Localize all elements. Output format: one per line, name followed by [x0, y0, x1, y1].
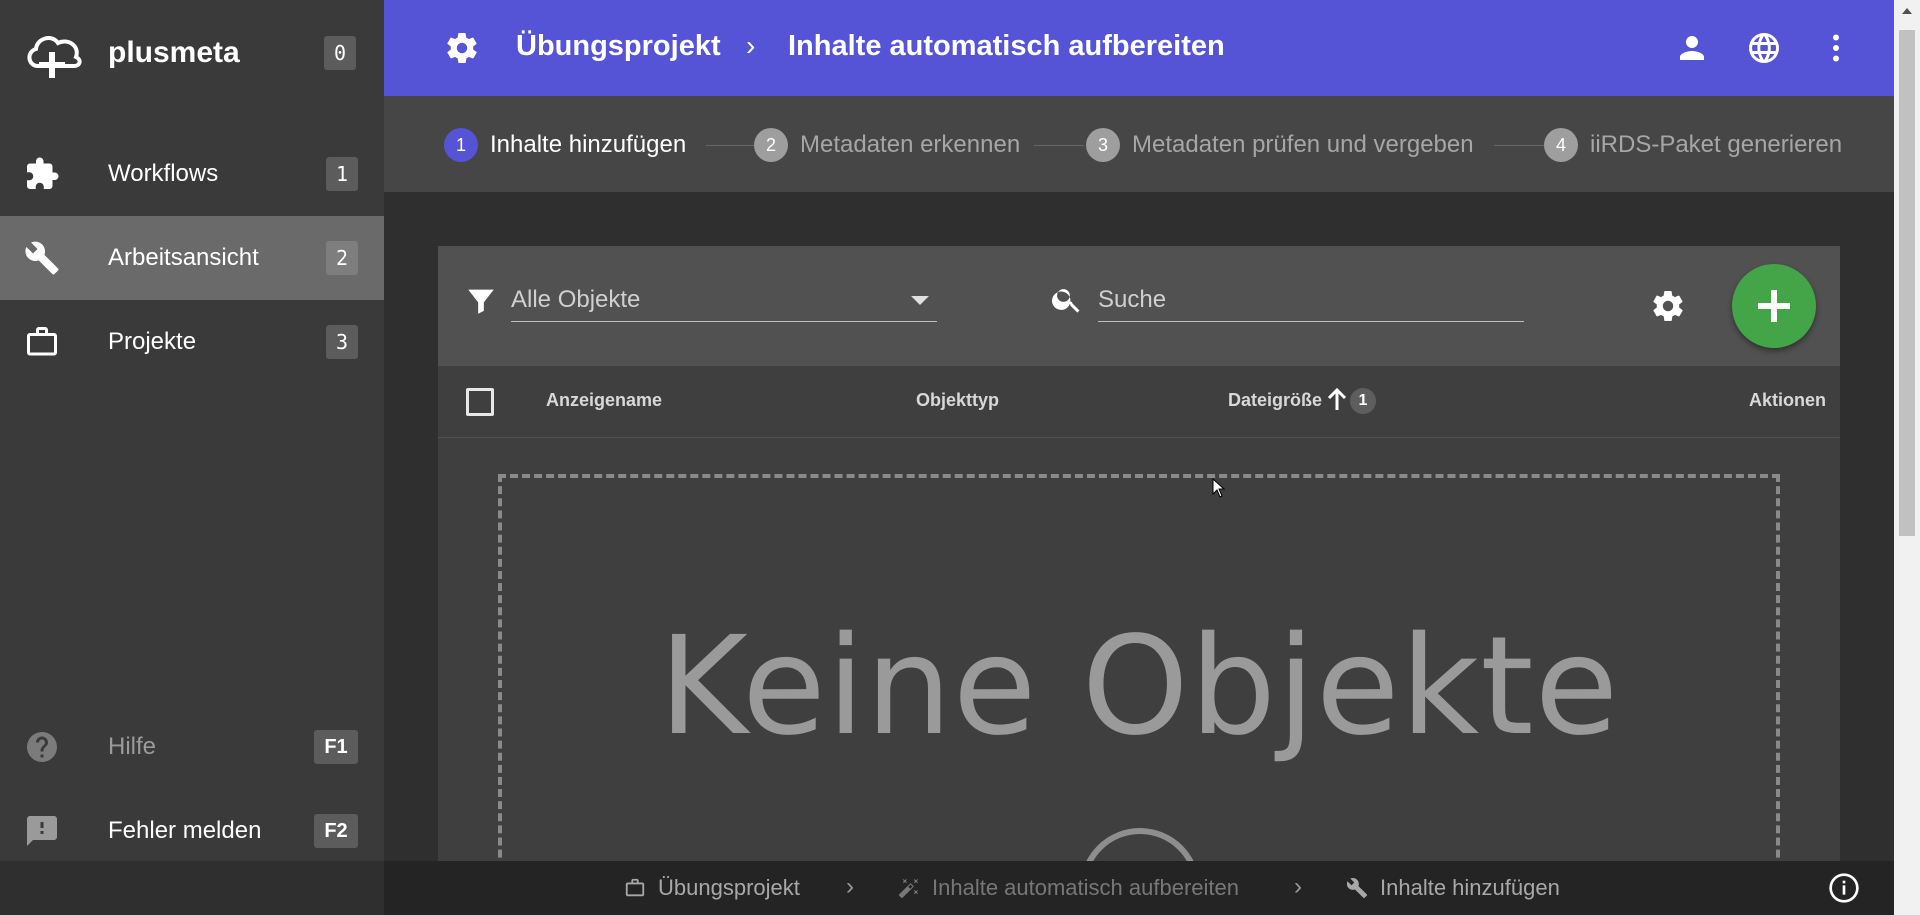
step-connector: [1034, 145, 1084, 146]
sidebar-item-label: Workflows: [108, 160, 219, 187]
file-dropzone[interactable]: Keine Objekte: [498, 474, 1780, 861]
feedback-icon: [24, 813, 60, 849]
cloud-plus-logo-icon: [24, 30, 84, 78]
user-icon[interactable]: [1674, 30, 1710, 66]
column-header-anzeigename[interactable]: Anzeigename: [546, 390, 662, 411]
scroll-up-arrow-icon[interactable]: [1902, 8, 1912, 14]
step-connector: [1494, 145, 1544, 146]
chevron-down-icon: [911, 296, 929, 305]
app-name: plusmeta: [108, 36, 240, 69]
filter-value: Alle Objekte: [511, 286, 641, 313]
step-label: iiRDS-Paket generieren: [1590, 131, 1843, 158]
column-header-aktionen: Aktionen: [1748, 390, 1826, 410]
column-header-objekttyp[interactable]: Objekttyp: [916, 390, 999, 411]
settings-gear-icon[interactable]: [1650, 288, 1686, 324]
sidebar-item-label: Projekte: [108, 328, 197, 355]
step-label: Inhalte hinzufügen: [490, 131, 687, 158]
sidebar-item-label: Fehler melden: [108, 817, 262, 844]
sidebar-item-label: Hilfe: [108, 733, 157, 760]
workflow-stepper: 1 Inhalte hinzufügen 2 Metadaten erkenne…: [384, 96, 1894, 192]
breadcrumb-label: Inhalte automatisch aufbereiten: [932, 875, 1239, 900]
mouse-cursor-icon: [1212, 477, 1226, 498]
wrench-icon: [24, 240, 60, 276]
brand[interactable]: plusmeta 0: [0, 0, 384, 108]
top-bar: Übungsprojekt › Inhalte automatisch aufb…: [384, 0, 1894, 96]
chevron-right-icon: ›: [746, 30, 756, 61]
select-all-checkbox[interactable]: [466, 388, 494, 416]
step-inhalte-hinzufuegen[interactable]: 1 Inhalte hinzufügen: [444, 128, 686, 162]
card-toolbar: Alle Objekte: [438, 246, 1840, 366]
breadcrumb-item-project[interactable]: Übungsprojekt: [624, 875, 800, 901]
bottom-breadcrumb: Übungsprojekt › Inhalte automatisch aufb…: [384, 861, 1894, 915]
sidebar-item-hilfe[interactable]: Hilfe F1: [0, 705, 384, 789]
breadcrumb-item-workflow[interactable]: Inhalte automatisch aufbereiten: [898, 875, 1239, 901]
step-connector: [706, 145, 756, 146]
shortcut-badge: F1: [314, 730, 358, 764]
info-icon[interactable]: [1828, 872, 1860, 904]
add-object-button[interactable]: [1732, 264, 1816, 348]
plus-icon: [1758, 290, 1790, 322]
sidebar-item-fehler-melden[interactable]: Fehler melden F2: [0, 789, 384, 873]
upload-icon: [1080, 828, 1200, 861]
shortcut-badge: 0: [324, 36, 356, 70]
page-scrollbar[interactable]: [1894, 0, 1920, 915]
filter-icon: [464, 284, 498, 318]
empty-state-text: Keine Objekte: [658, 608, 1620, 766]
step-number: 4: [1544, 128, 1578, 162]
sort-order-badge: 1: [1350, 388, 1376, 414]
page-title: Inhalte automatisch aufbereiten: [788, 30, 1225, 62]
breadcrumb-item-step: Inhalte hinzufügen: [1346, 875, 1560, 901]
sidebar-item-projekte[interactable]: Projekte 3: [0, 300, 384, 384]
breadcrumb-label: Inhalte hinzufügen: [1380, 875, 1560, 900]
scrollbar-thumb[interactable]: [1899, 30, 1915, 536]
briefcase-icon: [625, 878, 645, 897]
chevron-right-icon: ›: [1294, 873, 1302, 900]
shortcut-badge: 1: [326, 157, 358, 191]
object-filter-select[interactable]: Alle Objekte: [511, 280, 937, 322]
magic-wand-icon: [898, 878, 919, 899]
step-label: Metadaten erkennen: [800, 131, 1021, 158]
step-number: 3: [1086, 128, 1120, 162]
step-metadaten-pruefen[interactable]: 3 Metadaten prüfen und vergeben: [1086, 128, 1474, 162]
app-root: plusmeta 0 Workflows 1 Arbeitsansicht 2 …: [0, 0, 1920, 915]
globe-icon[interactable]: [1746, 30, 1782, 66]
shortcut-badge: 2: [326, 241, 358, 275]
help-icon: [24, 729, 60, 765]
breadcrumb-label: Übungsprojekt: [658, 875, 800, 900]
wrench-icon: [1346, 878, 1368, 899]
briefcase-icon: [24, 324, 60, 360]
step-label: Metadaten prüfen und vergeben: [1132, 131, 1474, 158]
objects-card: Alle Objekte Anzeigename Objekttyp Datei…: [438, 246, 1840, 861]
puzzle-icon: [24, 156, 60, 192]
header-project-link[interactable]: Übungsprojekt: [516, 30, 721, 63]
shortcut-badge: 3: [326, 325, 358, 359]
sidebar-item-workflows[interactable]: Workflows 1: [0, 132, 384, 216]
chevron-right-icon: ›: [846, 873, 854, 900]
search-input[interactable]: [1098, 280, 1524, 320]
more-vert-icon[interactable]: [1818, 30, 1854, 66]
table-header: Anzeigename Objekttyp Dateigröße 1 Aktio…: [438, 366, 1840, 438]
arrow-up-icon: [1326, 386, 1348, 412]
sidebar-item-label: Arbeitsansicht: [108, 244, 259, 271]
gear-icon[interactable]: [444, 30, 480, 66]
sidebar: plusmeta 0 Workflows 1 Arbeitsansicht 2 …: [0, 0, 384, 861]
search-icon: [1050, 282, 1086, 318]
step-iirds-paket[interactable]: 4 iiRDS-Paket generieren: [1544, 128, 1842, 162]
column-header-dateigroesse[interactable]: Dateigröße: [1228, 390, 1322, 411]
sidebar-item-arbeitsansicht[interactable]: Arbeitsansicht 2: [0, 216, 384, 300]
step-number: 2: [754, 128, 788, 162]
shortcut-badge: F2: [314, 814, 358, 848]
step-number: 1: [444, 128, 478, 162]
step-metadaten-erkennen[interactable]: 2 Metadaten erkennen: [754, 128, 1020, 162]
search-field: [1098, 280, 1524, 322]
